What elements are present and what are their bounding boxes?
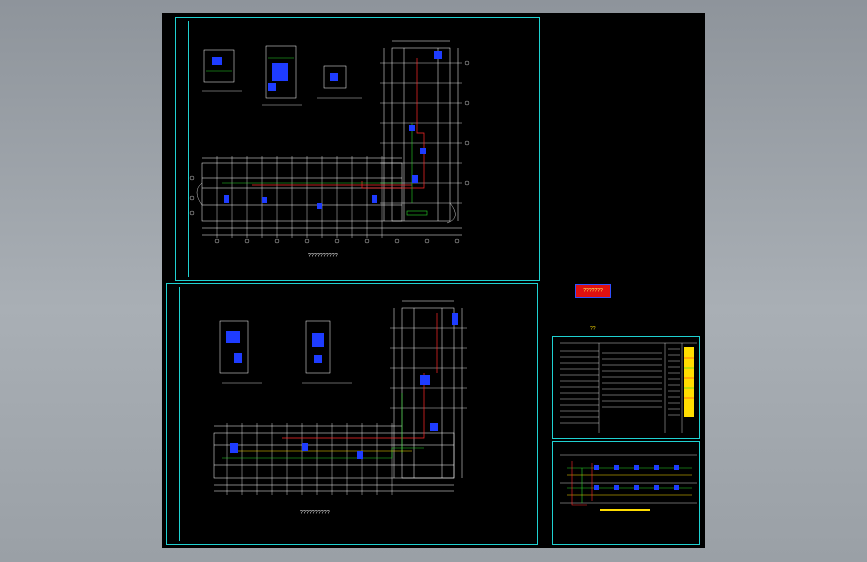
- cad-linework: [189, 40, 697, 511]
- red-title-text: ???????: [583, 288, 603, 294]
- plan-caption-top: ??????????: [308, 253, 338, 259]
- notes-heading: ??: [590, 326, 596, 332]
- plan-caption-bottom: ??????????: [300, 510, 330, 516]
- drawing-sheet[interactable]: ?????????? ?????????? ??????? ??: [162, 13, 705, 548]
- red-title-block: ???????: [575, 284, 611, 298]
